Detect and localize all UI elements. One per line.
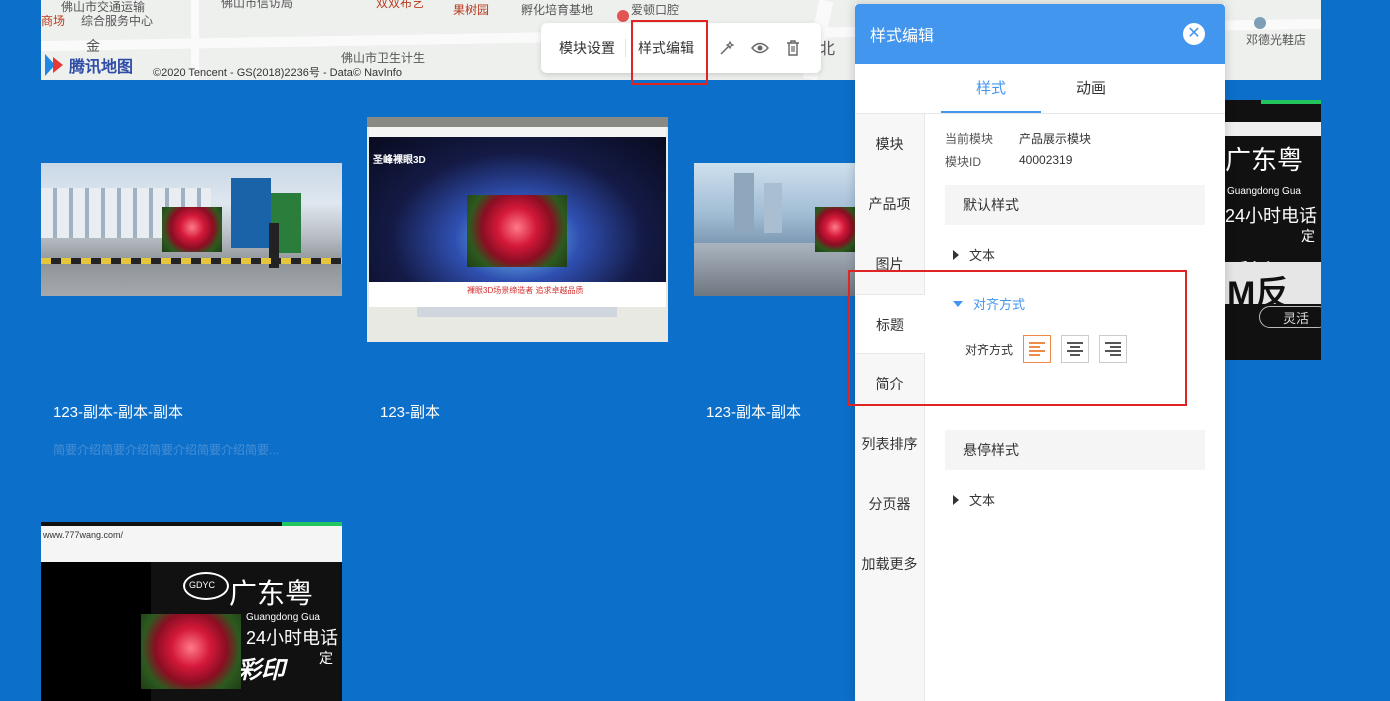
hover-style-section: 悬停样式 [945,430,1205,470]
map-label: 邓德光鞋店 [1246,33,1307,47]
current-module-row: 当前模块 产品展示模块 [945,132,1092,146]
magic-wand-icon[interactable] [716,37,738,59]
nav-item-product[interactable]: 产品项 [855,174,924,234]
rose-image [141,614,241,689]
map-label: 佛山市信访局 [221,0,294,10]
map-label: 商场 [41,14,66,28]
rose-image [162,207,222,252]
product-title[interactable]: 123-副本 [380,401,440,422]
product-image[interactable]: www.777wang.com/ GDYC 广东粤 Guangdong Gua … [41,522,342,701]
highlight-box-toolbar [631,20,708,85]
map-label: 综合服务中心 [81,14,154,28]
tab-animation[interactable]: 动画 [1041,64,1141,113]
map-label: 爱顿口腔 [631,3,680,17]
nav-item-module[interactable]: 模块 [855,114,924,174]
close-icon[interactable]: ✕ [1183,23,1205,45]
rose-image [467,195,567,267]
module-id-row: 模块ID 40002319 [945,153,1073,169]
product-image[interactable]: 圣峰裸眼3D 裸眼3D场景缔造者 追求卓越品质 [367,117,668,342]
product-title[interactable]: 123-副本-副本-副本 [53,401,183,422]
caret-right-icon [953,249,959,260]
map-brand: 腾讯地图 [45,53,133,77]
rose-image [815,207,855,252]
map-label: 北 [819,41,836,58]
default-style-section: 默认样式 [945,185,1205,225]
product-title[interactable]: 123-副本-副本 [706,401,801,422]
panel-tabs: 样式 动画 [855,64,1225,114]
laptop-brand: 圣峰裸眼3D [373,155,426,166]
panel-header: 样式编辑 ✕ [855,4,1225,64]
hover-text-toggle[interactable]: 文本 [945,490,1205,509]
nav-item-sort[interactable]: 列表排序 [855,414,924,474]
module-settings-button[interactable]: 模块设置 [559,38,615,58]
map-pin-icon [617,10,629,22]
map-pin-icon [1254,17,1266,29]
product-image[interactable]: 广东粤 Guangdong Gua 24小时电话 定 彩印 M反 灵活 [1225,100,1321,360]
map-label: 果树园 [453,3,490,17]
tab-style[interactable]: 样式 [941,64,1041,113]
toolbar-divider [625,39,626,57]
eye-icon[interactable] [749,37,771,59]
map-label: 孵化培育基地 [521,3,594,17]
caret-right-icon [953,494,959,505]
tencent-map-logo-icon [45,54,65,76]
highlight-box-align [848,270,1187,406]
nav-item-pager[interactable]: 分页器 [855,474,924,534]
panel-title: 样式编辑 [870,28,935,45]
laptop-caption: 裸眼3D场景缔造者 追求卓越品质 [467,286,584,295]
url-bar: www.777wang.com/ [43,530,124,540]
map-copyright: ©2020 Tencent - GS(2018)2236号 - Data© Na… [153,67,402,79]
panel-sidenav: 模块 产品项 图片 标题 简介 列表排序 分页器 加载更多 [855,114,925,701]
trash-icon[interactable] [782,37,804,59]
product-image[interactable] [41,163,342,296]
product-desc: 简要介绍简要介绍简要介绍简要介绍简要... [53,443,280,457]
nav-item-load-more[interactable]: 加载更多 [855,534,924,594]
text-toggle[interactable]: 文本 [945,245,1205,264]
map-label: 双双布艺 [376,0,425,10]
product-image[interactable] [694,163,855,296]
